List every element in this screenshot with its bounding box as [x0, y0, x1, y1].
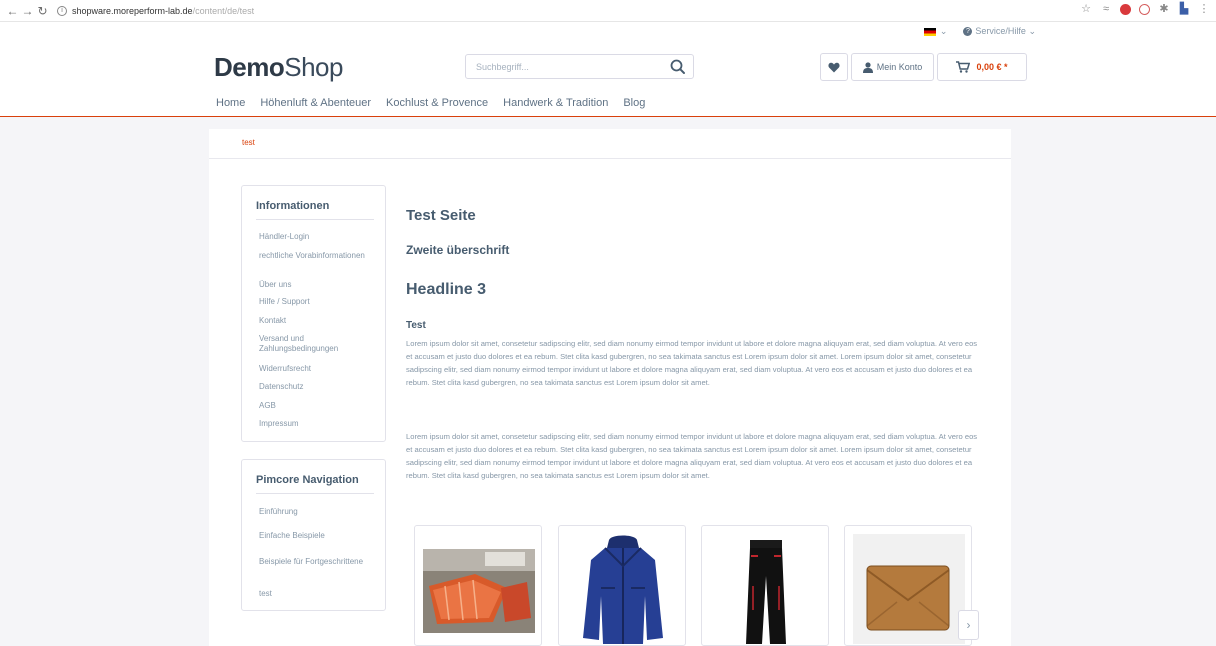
divider	[256, 219, 374, 220]
paragraph-1: Lorem ipsum dolor sit amet, consetetur s…	[406, 339, 978, 387]
sidebar-link-ueber-uns[interactable]: Über uns	[259, 280, 377, 290]
chevron-down-icon: ⌄	[939, 26, 948, 36]
product-card-salmon[interactable]	[414, 525, 542, 646]
url-host: shopware.moreperform-lab.de	[72, 5, 193, 16]
page-title: Test Seite	[406, 207, 476, 224]
browser-toolbar: ← → ↻ i shopware.moreperform-lab.de/cont…	[0, 0, 1216, 22]
chevron-down-icon: ⌄	[1028, 26, 1036, 36]
nav-item-kochlust[interactable]: Kochlust & Provence	[386, 97, 488, 109]
url-path: /content/de/test	[192, 5, 255, 16]
cart-icon	[956, 61, 971, 73]
main-navigation: Home Höhenluft & Abenteuer Kochlust & Pr…	[216, 97, 660, 109]
sidebar-pimcore-title: Pimcore Navigation	[256, 474, 359, 486]
back-arrow-icon[interactable]: ←	[6, 0, 19, 22]
brown-leather-bag-image	[853, 534, 965, 644]
sidebar-link-impressum[interactable]: Impressum	[259, 419, 377, 429]
question-icon: ?	[963, 27, 973, 37]
extension-ring-icon[interactable]	[1139, 3, 1150, 15]
logo-light: Shop	[284, 52, 343, 82]
nav-item-home[interactable]: Home	[216, 97, 245, 109]
search-input[interactable]	[466, 55, 656, 78]
content-container: test Informationen Händler-Login rechtli…	[209, 129, 1011, 646]
adblock-icon[interactable]	[1120, 3, 1131, 15]
info-icon[interactable]: i	[57, 5, 67, 16]
sidebar-link-datenschutz[interactable]: Datenschutz	[259, 382, 377, 392]
sidebar-link-fortgeschrittene[interactable]: Beispiele für Fortgeschrittene	[259, 557, 377, 567]
bookmark-star-icon[interactable]: ☆	[1080, 3, 1092, 15]
sidebar-link-versand[interactable]: Versand und Zahlungsbedingungen	[259, 334, 377, 354]
sidebar-link-widerrufsrecht[interactable]: Widerrufsrecht	[259, 364, 377, 374]
german-flag-icon	[923, 27, 936, 36]
nav-item-hoehenluft[interactable]: Höhenluft & Abenteuer	[260, 97, 371, 109]
menu-dots-icon[interactable]: ⋮	[1198, 3, 1210, 15]
shop-logo[interactable]: DemoShop	[214, 52, 343, 83]
reload-icon[interactable]: ↻	[36, 0, 49, 22]
heading-3: Headline 3	[406, 281, 487, 298]
language-switcher[interactable]: ⌄	[923, 26, 948, 37]
sidebar-link-haendler-login[interactable]: Händler-Login	[259, 232, 377, 242]
sidebar-link-hilfe-support[interactable]: Hilfe / Support	[259, 297, 377, 307]
product-card-jacket[interactable]	[558, 525, 686, 646]
user-icon	[862, 61, 873, 73]
blue-jacket-image	[583, 535, 663, 644]
search-box	[465, 54, 694, 79]
heading-4: Test	[406, 320, 426, 331]
extension-icon[interactable]: ≈	[1100, 3, 1112, 15]
sidebar-link-einfache-beispiele[interactable]: Einfache Beispiele	[259, 531, 377, 541]
service-label: Service/Hilfe	[975, 26, 1026, 36]
logo-bold: Demo	[214, 52, 285, 82]
sidebar-info-title: Informationen	[256, 200, 330, 212]
product-card-bag[interactable]	[844, 525, 972, 646]
shop-topbar: ⌄ ? Service/Hilfe ⌄	[923, 26, 1036, 37]
sidebar-info-box: Informationen Händler-Login rechtliche V…	[241, 185, 386, 442]
sidebar-link-vorabinformationen[interactable]: rechtliche Vorabinformationen	[259, 251, 377, 261]
product-card-pants[interactable]	[701, 525, 829, 646]
heading-2: Zweite überschrift	[406, 243, 510, 257]
nav-item-handwerk[interactable]: Handwerk & Tradition	[503, 97, 608, 109]
heart-icon	[828, 62, 840, 72]
extension-icons: ☆ ≈ ✱ ▙ ⋮	[1080, 3, 1210, 15]
sidebar-link-test[interactable]: test	[259, 589, 377, 599]
divider	[256, 493, 374, 494]
chevron-right-icon: ›	[966, 618, 971, 632]
salmon-fillet-image	[423, 549, 535, 633]
extension-gear-icon[interactable]: ✱	[1158, 3, 1170, 15]
address-bar[interactable]: i shopware.moreperform-lab.de/content/de…	[57, 2, 254, 20]
black-ski-pants-image	[746, 540, 786, 644]
account-button[interactable]: Mein Konto	[851, 53, 934, 81]
sidebar-pimcore-box: Pimcore Navigation Einführung Einfache B…	[241, 459, 386, 611]
cart-amount: 0,00 € *	[976, 62, 1008, 72]
breadcrumb-bar: test	[209, 129, 1011, 159]
sidebar-link-kontakt[interactable]: Kontakt	[259, 316, 377, 326]
breadcrumb[interactable]: test	[242, 138, 255, 147]
sidebar-link-agb[interactable]: AGB	[259, 401, 377, 411]
paragraph-2: Lorem ipsum dolor sit amet, consetetur s…	[406, 432, 978, 480]
forward-arrow-icon[interactable]: →	[21, 0, 34, 22]
search-icon[interactable]	[669, 58, 687, 76]
service-menu[interactable]: ? Service/Hilfe ⌄	[963, 26, 1036, 37]
extension-puzzle-icon[interactable]: ▙	[1178, 3, 1190, 15]
cart-button[interactable]: 0,00 € *	[937, 53, 1027, 81]
account-label: Mein Konto	[876, 62, 923, 72]
sidebar-link-einfuehrung[interactable]: Einführung	[259, 507, 377, 517]
wishlist-button[interactable]	[820, 53, 848, 81]
nav-item-blog[interactable]: Blog	[623, 97, 645, 109]
slider-next-button[interactable]: ›	[958, 610, 979, 640]
